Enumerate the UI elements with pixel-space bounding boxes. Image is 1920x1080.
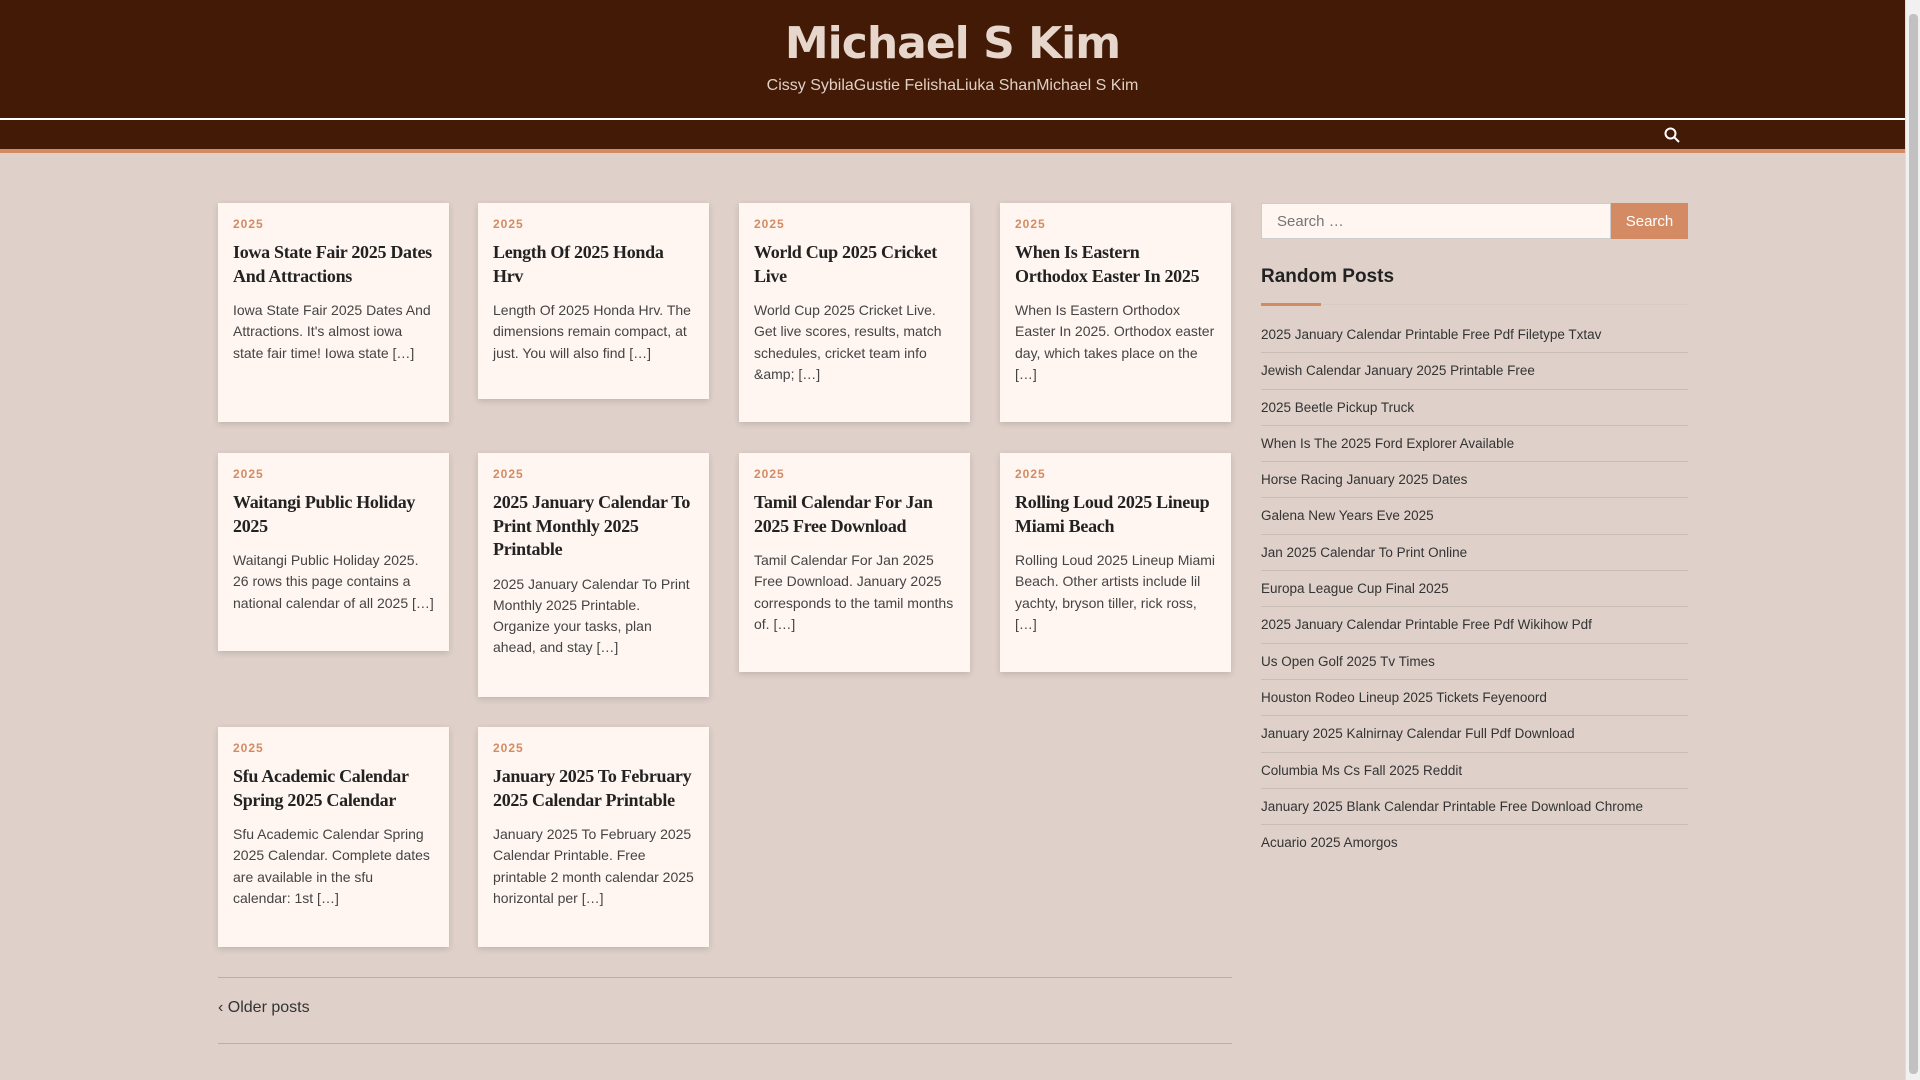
scrollbar[interactable] <box>1905 0 1920 1080</box>
post-category[interactable]: 2025 <box>493 217 694 231</box>
nav-bar <box>0 118 1905 153</box>
post-title[interactable]: January 2025 To February 2025 Calendar P… <box>493 765 694 812</box>
random-post-link[interactable]: Horse Racing January 2025 Dates <box>1261 462 1688 499</box>
post-title[interactable]: Rolling Loud 2025 Lineup Miami Beach <box>1015 491 1216 538</box>
divider <box>218 977 1232 978</box>
post-excerpt: Rolling Loud 2025 Lineup Miami Beach. Ot… <box>1015 552 1216 632</box>
post-category[interactable]: 2025 <box>754 217 955 231</box>
post-excerpt: World Cup 2025 Cricket Live. Get live sc… <box>754 302 942 382</box>
scrollbar-thumb[interactable] <box>1909 14 1918 1074</box>
post-card: 2025 January 2025 To February 2025 Calend… <box>478 727 709 947</box>
random-post-link[interactable]: Us Open Golf 2025 Tv Times <box>1261 644 1688 680</box>
random-post-link[interactable]: When Is The 2025 Ford Explorer Available <box>1261 426 1688 463</box>
chevron-left-icon: ‹ <box>218 999 228 1016</box>
post-title[interactable]: Iowa State Fair 2025 Dates And Attractio… <box>233 241 434 288</box>
random-post-link[interactable]: 2025 Beetle Pickup Truck <box>1261 390 1688 426</box>
post-card: 2025 Tamil Calendar For Jan 2025 Free Dow… <box>739 453 970 672</box>
post-category[interactable]: 2025 <box>493 741 694 755</box>
post-card: 2025 2025 January Calendar To Print Month… <box>478 453 709 697</box>
search-icon[interactable] <box>1663 126 1681 144</box>
random-post-link[interactable]: Europa League Cup Final 2025 <box>1261 571 1688 608</box>
random-post-link[interactable]: 2025 January Calendar Printable Free Pdf… <box>1261 607 1688 644</box>
post-category[interactable]: 2025 <box>754 467 955 481</box>
post-title[interactable]: Sfu Academic Calendar Spring 2025 Calend… <box>233 765 434 812</box>
post-title[interactable]: Length Of 2025 Honda Hrv <box>493 241 694 288</box>
random-post-link[interactable]: Houston Rodeo Lineup 2025 Tickets Feyeno… <box>1261 680 1688 717</box>
post-title[interactable]: When Is Eastern Orthodox Easter In 2025 <box>1015 241 1216 288</box>
older-posts-label: Older posts <box>227 999 310 1016</box>
random-post-link[interactable]: January 2025 Kalnirnay Calendar Full Pdf… <box>1261 716 1688 753</box>
post-card: 2025 Length Of 2025 Honda Hrv Length Of 20… <box>478 203 709 399</box>
random-posts-heading: Random Posts <box>1261 266 1688 306</box>
sidebar: Search Random Posts 2025 January Calenda… <box>1261 203 1688 861</box>
site-title[interactable]: Michael S Kim <box>0 0 1905 69</box>
random-post-link[interactable]: Galena New Years Eve 2025 <box>1261 498 1688 535</box>
site-tagline: Cissy SybilaGustie FelishaLiuka ShanMich… <box>766 77 1139 94</box>
post-card: 2025 Waitangi Public Holiday 2025 Waitangi… <box>218 453 449 651</box>
random-post-link[interactable]: Acuario 2025 Amorgos <box>1261 825 1688 861</box>
post-category[interactable]: 2025 <box>233 741 434 755</box>
random-posts-list: 2025 January Calendar Printable Free Pdf… <box>1261 317 1688 861</box>
random-post-link[interactable]: Jan 2025 Calendar To Print Online <box>1261 535 1688 572</box>
post-category[interactable]: 2025 <box>1015 217 1216 231</box>
site-header: Michael S Kim Cissy SybilaGustie Felisha… <box>0 0 1905 118</box>
post-category[interactable]: 2025 <box>233 467 434 481</box>
post-excerpt: January 2025 To February 2025 Calendar P… <box>493 826 694 906</box>
post-category[interactable]: 2025 <box>1015 467 1216 481</box>
post-card: 2025 Rolling Loud 2025 Lineup Miami Beach… <box>1000 453 1231 672</box>
post-excerpt: Sfu Academic Calendar Spring 2025 Calend… <box>233 826 430 906</box>
search-button[interactable]: Search <box>1611 203 1688 239</box>
divider <box>218 1043 1232 1044</box>
post-excerpt: When Is Eastern Orthodox Easter In 2025.… <box>1015 302 1215 382</box>
post-title[interactable]: World Cup 2025 Cricket Live <box>754 241 955 288</box>
post-category[interactable]: 2025 <box>233 217 434 231</box>
post-title[interactable]: 2025 January Calendar To Print Monthly 2… <box>493 491 694 562</box>
search-input[interactable] <box>1261 203 1611 239</box>
post-excerpt: 2025 January Calendar To Print Monthly 2… <box>493 575 690 656</box>
older-posts-link[interactable]: ‹ Older posts <box>218 999 310 1017</box>
post-excerpt: Length Of 2025 Honda Hrv. The dimensions… <box>493 302 691 361</box>
random-post-link[interactable]: January 2025 Blank Calendar Printable Fr… <box>1261 789 1688 826</box>
search-form: Search <box>1261 203 1688 239</box>
post-excerpt: Iowa State Fair 2025 Dates And Attractio… <box>233 302 431 361</box>
post-excerpt: Tamil Calendar For Jan 2025 Free Downloa… <box>754 552 954 632</box>
post-title[interactable]: Waitangi Public Holiday 2025 <box>233 491 434 538</box>
random-post-link[interactable]: Columbia Ms Cs Fall 2025 Reddit <box>1261 753 1688 789</box>
post-card: 2025 When Is Eastern Orthodox Easter In 2… <box>1000 203 1231 422</box>
post-excerpt: Waitangi Public Holiday 2025. 26 rows th… <box>233 552 434 611</box>
post-card: 2025 World Cup 2025 Cricket Live World Cup… <box>739 203 970 422</box>
random-post-link[interactable]: Jewish Calendar January 2025 Printable F… <box>1261 353 1688 390</box>
post-card: 2025 Sfu Academic Calendar Spring 2025 Ca… <box>218 727 449 947</box>
post-card: 2025 Iowa State Fair 2025 Dates And Attra… <box>218 203 449 422</box>
random-post-link[interactable]: 2025 January Calendar Printable Free Pdf… <box>1261 317 1688 354</box>
post-category[interactable]: 2025 <box>493 467 694 481</box>
post-title[interactable]: Tamil Calendar For Jan 2025 Free Downloa… <box>754 491 955 538</box>
